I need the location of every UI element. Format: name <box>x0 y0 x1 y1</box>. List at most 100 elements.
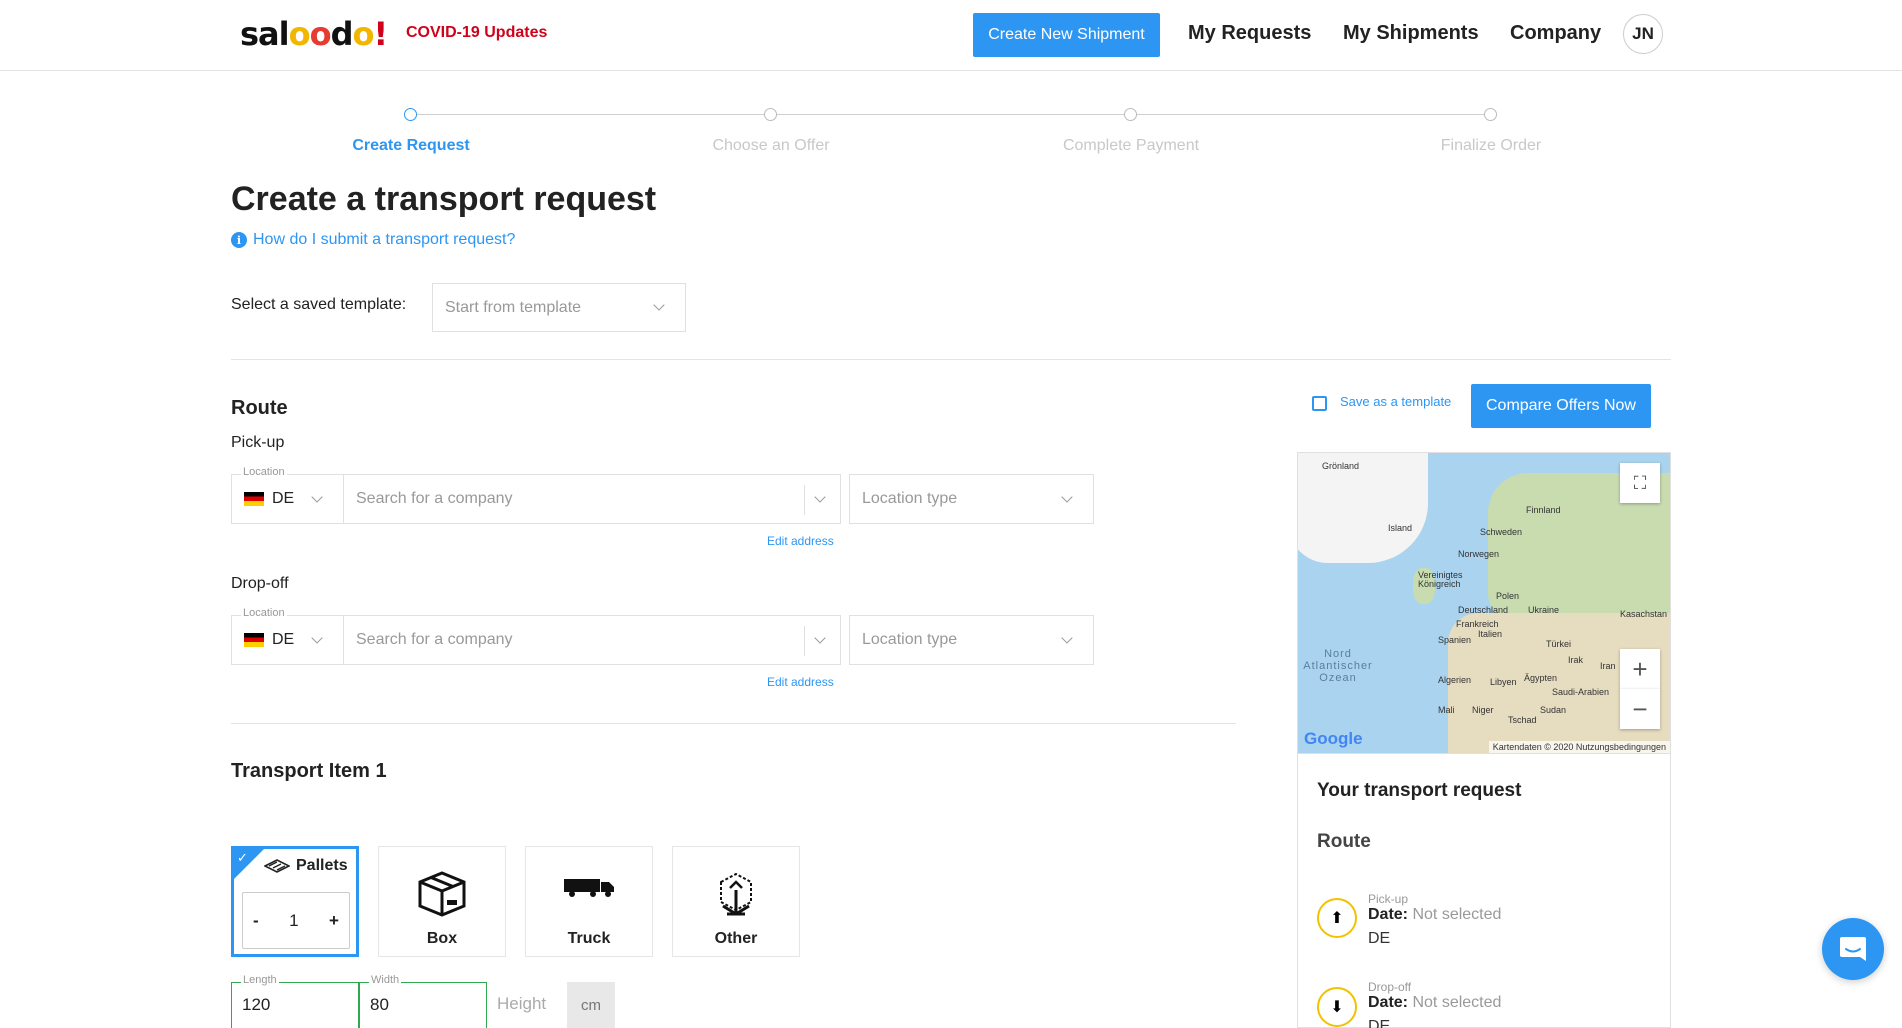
map-attribution[interactable]: Kartendaten © 2020 Nutzungsbedingungen <box>1488 741 1670 753</box>
page-title: Create a transport request <box>231 180 657 218</box>
decrement-button[interactable]: - <box>253 911 259 931</box>
item-type-pallets[interactable]: ✓ Pallets - 1 + <box>231 846 359 957</box>
step-label-finalize-order: Finalize Order <box>1440 137 1542 154</box>
chat-button[interactable] <box>1822 918 1884 980</box>
check-icon: ✓ <box>237 850 248 865</box>
create-new-shipment-button[interactable]: Create New Shipment <box>973 13 1160 57</box>
pickup-arrow-icon: ⬆ <box>1317 898 1357 938</box>
pallet-quantity-stepper[interactable]: - 1 + <box>242 892 350 949</box>
map-label: Deutschland <box>1458 605 1509 615</box>
pickup-heading: Pick-up <box>231 434 285 451</box>
chevron-down-icon <box>1061 632 1073 644</box>
dimension-unit: cm <box>567 982 615 1028</box>
quantity-value[interactable]: 1 <box>289 911 298 931</box>
map-label: Mali <box>1438 705 1455 715</box>
nav-company[interactable]: Company <box>1510 22 1601 45</box>
summary-route-heading: Route <box>1317 831 1371 852</box>
map-label: Norwegen <box>1458 549 1500 559</box>
summary-pickup-country: DE <box>1368 930 1391 947</box>
other-cargo-icon <box>720 872 752 916</box>
date-value: Not selected <box>1412 994 1502 1011</box>
truck-label: Truck <box>567 930 611 947</box>
help-link[interactable]: i How do I submit a transport request? <box>231 231 515 249</box>
top-header: saloodo! COVID-19 Updates Create New Shi… <box>0 0 1902 71</box>
zoom-out-button[interactable]: − <box>1620 689 1660 729</box>
dropoff-location-label: Location <box>241 607 287 619</box>
route-heading: Route <box>231 397 288 419</box>
step-label-choose-offer: Choose an Offer <box>712 137 830 154</box>
item-type-other[interactable]: Other <box>672 846 800 957</box>
map-label: Niger <box>1472 705 1494 715</box>
increment-button[interactable]: + <box>329 911 339 931</box>
map-label: Spanien <box>1438 635 1472 645</box>
separator <box>804 626 805 656</box>
box-label: Box <box>426 930 458 947</box>
compare-offers-button[interactable]: Compare Offers Now <box>1471 384 1651 428</box>
map-label: Ukraine <box>1528 605 1560 615</box>
truck-icon <box>564 879 614 897</box>
map-label: Island <box>1388 523 1413 533</box>
save-template-label[interactable]: Save as a template <box>1340 394 1451 409</box>
pickup-location-type-select[interactable]: Location type <box>849 474 1094 524</box>
dropoff-company-placeholder: Search for a company <box>356 631 513 648</box>
summary-dropoff-date: Date: Not selected <box>1368 994 1501 1012</box>
stepper-line <box>417 114 1487 115</box>
summary-pickup-date: Date: Not selected <box>1368 906 1501 924</box>
dropoff-country-value: DE <box>272 631 295 648</box>
info-icon: i <box>231 232 247 248</box>
width-label: Width <box>369 974 402 986</box>
chat-icon <box>1840 937 1866 961</box>
length-input[interactable]: 120 <box>231 982 359 1028</box>
nav-my-shipments[interactable]: My Shipments <box>1343 22 1479 45</box>
item-type-truck[interactable]: Truck <box>525 846 653 957</box>
pickup-country-select[interactable]: DE <box>231 474 344 524</box>
chevron-down-icon <box>311 632 323 644</box>
pickup-company-search[interactable]: Search for a company <box>343 474 841 524</box>
date-key: Date: <box>1368 994 1409 1011</box>
width-input[interactable]: 80 <box>359 982 487 1028</box>
divider <box>231 723 1236 724</box>
dropoff-edit-address-link[interactable]: Edit address <box>767 675 834 689</box>
user-avatar[interactable]: JN <box>1623 14 1663 54</box>
route-map[interactable]: Grönland Island Finnland Schweden Norweg… <box>1297 452 1671 754</box>
pickup-edit-address-link[interactable]: Edit address <box>767 534 834 548</box>
height-input[interactable]: Height <box>487 982 567 1028</box>
chevron-down-icon <box>814 632 826 644</box>
step-dot-finalize-order <box>1484 108 1497 121</box>
map-label: Türkei <box>1546 639 1572 649</box>
zoom-in-button[interactable]: + <box>1620 649 1660 689</box>
dropoff-company-search[interactable]: Search for a company <box>343 615 841 665</box>
dropoff-arrow-icon: ⬇ <box>1317 987 1357 1027</box>
map-land-greenland <box>1298 453 1428 563</box>
map-label: Algerien <box>1438 675 1472 685</box>
map-label: Polen <box>1496 591 1520 601</box>
dropoff-country-select[interactable]: DE <box>231 615 344 665</box>
covid-updates-link[interactable]: COVID-19 Updates <box>406 24 547 42</box>
request-summary-panel: Your transport request Route ⬆ Pick-up D… <box>1297 754 1671 1028</box>
length-label: Length <box>241 974 279 986</box>
save-template-checkbox[interactable] <box>1312 396 1327 411</box>
item-type-box[interactable]: Box <box>378 846 506 957</box>
step-dot-choose-offer <box>764 108 777 121</box>
map-label: Sudan <box>1540 705 1567 715</box>
dropoff-heading: Drop-off <box>231 575 289 592</box>
map-label: Libyen <box>1490 677 1517 687</box>
nav-my-requests[interactable]: My Requests <box>1188 22 1311 45</box>
date-value: Not selected <box>1412 906 1502 923</box>
step-label-complete-payment: Complete Payment <box>1062 137 1200 154</box>
chevron-down-icon <box>814 491 826 503</box>
dropoff-location-type-select[interactable]: Location type <box>849 615 1094 665</box>
fullscreen-icon[interactable]: ⛶ <box>1620 463 1660 503</box>
pickup-location-label: Location <box>241 466 287 478</box>
map-label: Frankreich <box>1456 619 1499 629</box>
map-label: Irak <box>1568 655 1584 665</box>
summary-title: Your transport request <box>1317 780 1522 801</box>
chevron-down-icon <box>653 299 665 311</box>
other-label: Other <box>714 930 758 947</box>
transport-item-heading: Transport Item 1 <box>231 760 387 782</box>
divider <box>231 359 1671 360</box>
pallets-label: Pallets <box>296 857 348 874</box>
pickup-location-type-placeholder: Location type <box>862 490 958 507</box>
template-select[interactable]: Start from template <box>432 283 686 332</box>
saloodo-logo[interactable]: saloodo! <box>240 15 388 53</box>
